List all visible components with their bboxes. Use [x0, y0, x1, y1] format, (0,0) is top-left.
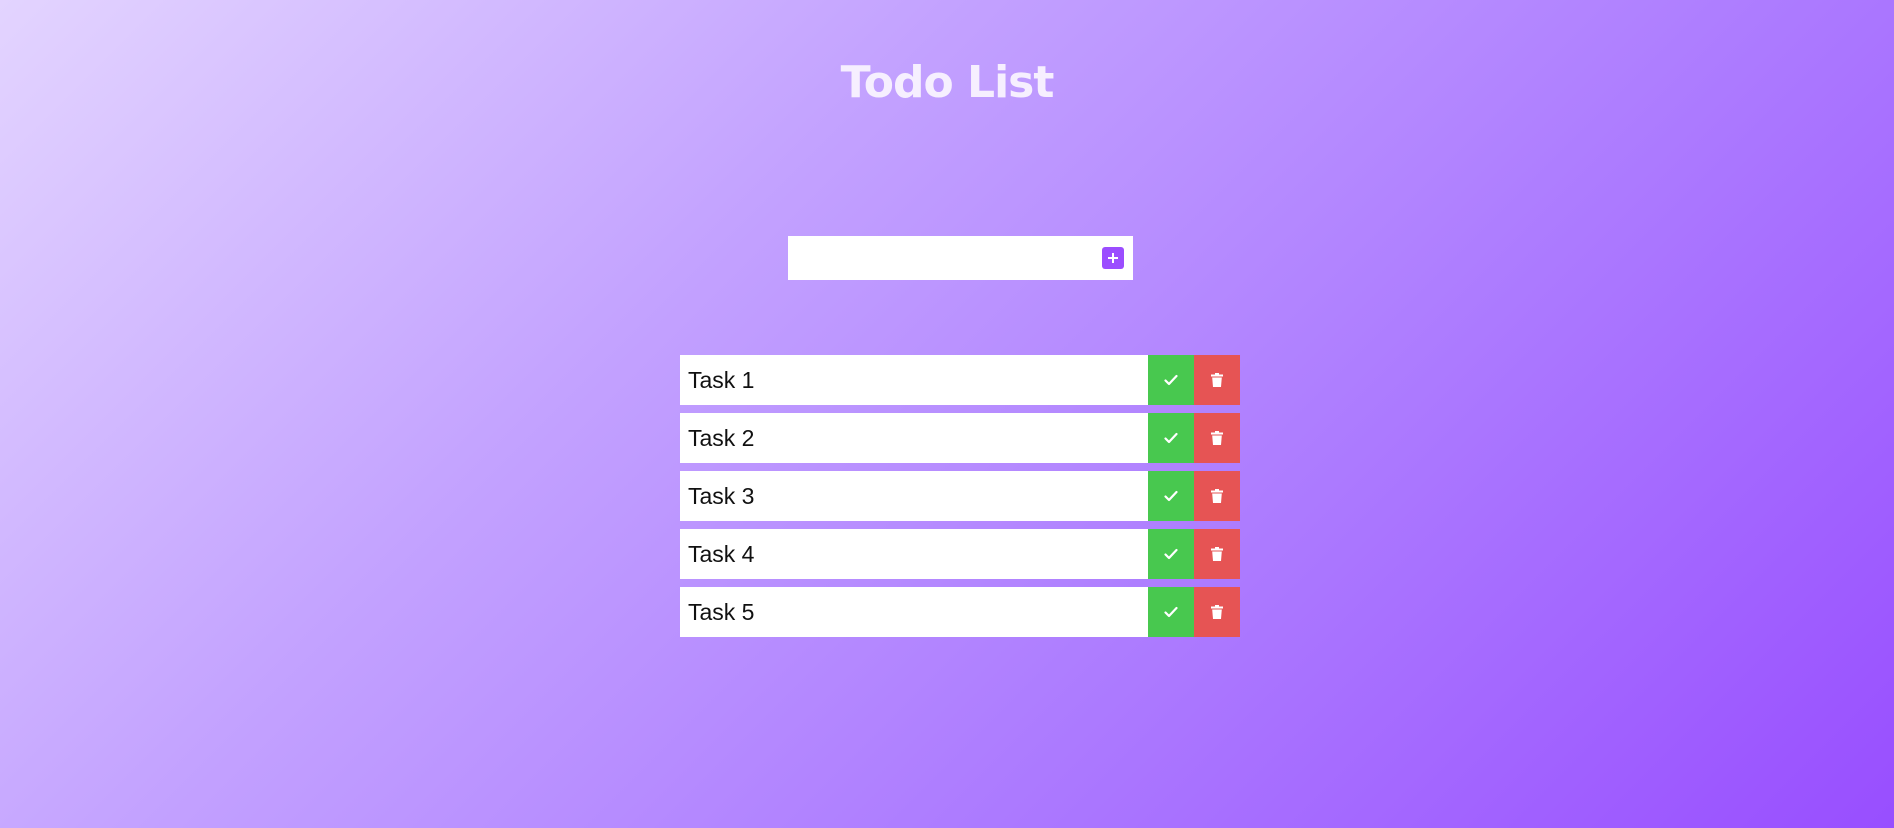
- trash-icon: [1211, 373, 1223, 387]
- delete-button[interactable]: [1194, 355, 1240, 405]
- todo-item-text: Task 1: [680, 355, 1148, 405]
- complete-button[interactable]: [1148, 471, 1194, 521]
- trash-icon: [1211, 605, 1223, 619]
- trash-icon: [1211, 547, 1223, 561]
- delete-button[interactable]: [1194, 587, 1240, 637]
- check-icon: [1164, 374, 1178, 386]
- todo-item-text: Task 2: [680, 413, 1148, 463]
- add-todo-form: [788, 236, 1133, 280]
- complete-button[interactable]: [1148, 587, 1194, 637]
- plus-icon: [1108, 253, 1118, 263]
- todo-item: Task 1: [680, 355, 1240, 405]
- delete-button[interactable]: [1194, 471, 1240, 521]
- todo-list: Task 1 Task 2 Task 3 Task 4 Task 5: [680, 355, 1240, 645]
- todo-input[interactable]: [788, 236, 1102, 280]
- complete-button[interactable]: [1148, 529, 1194, 579]
- add-todo-button[interactable]: [1102, 247, 1124, 269]
- todo-item: Task 3: [680, 471, 1240, 521]
- trash-icon: [1211, 431, 1223, 445]
- check-icon: [1164, 606, 1178, 618]
- delete-button[interactable]: [1194, 413, 1240, 463]
- todo-item-text: Task 5: [680, 587, 1148, 637]
- check-icon: [1164, 432, 1178, 444]
- todo-item: Task 2: [680, 413, 1240, 463]
- todo-item-text: Task 3: [680, 471, 1148, 521]
- page-title: Todo List: [840, 57, 1055, 108]
- trash-icon: [1211, 489, 1223, 503]
- check-icon: [1164, 548, 1178, 560]
- complete-button[interactable]: [1148, 355, 1194, 405]
- todo-item: Task 4: [680, 529, 1240, 579]
- todo-item: Task 5: [680, 587, 1240, 637]
- complete-button[interactable]: [1148, 413, 1194, 463]
- delete-button[interactable]: [1194, 529, 1240, 579]
- todo-item-text: Task 4: [680, 529, 1148, 579]
- check-icon: [1164, 490, 1178, 502]
